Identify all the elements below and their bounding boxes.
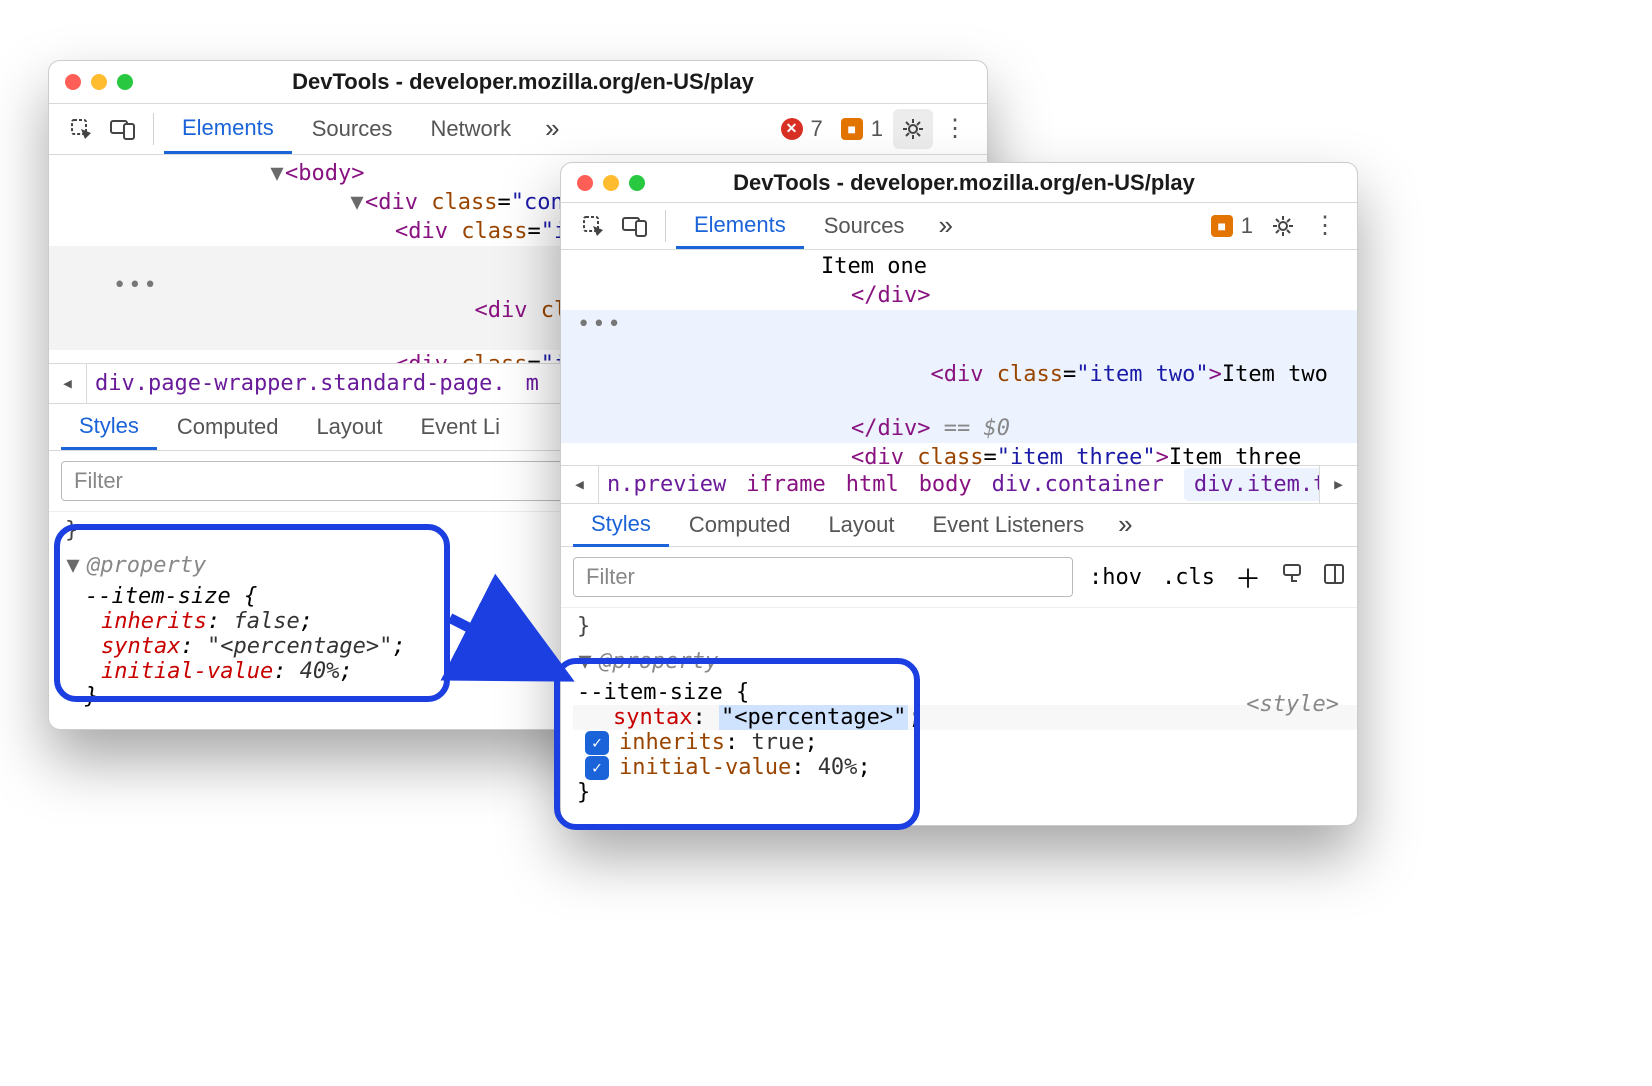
error-icon: ✕ xyxy=(781,118,803,140)
settings-gear-button[interactable] xyxy=(1263,206,1303,246)
breadcrumb-item[interactable]: html xyxy=(846,472,899,497)
subtab-event[interactable]: Event Listeners xyxy=(915,504,1103,546)
devtools-tabs: Elements Sources » ■ 1 ⋮ xyxy=(561,203,1357,250)
dom-tree[interactable]: Item one </div> ••• <div class="item two… xyxy=(561,250,1357,465)
devtools-window-right: DevTools - developer.mozilla.org/en-US/p… xyxy=(560,162,1358,826)
breadcrumb-item[interactable]: m xyxy=(526,371,539,396)
styles-filter-row: :hov .cls ＋ xyxy=(561,547,1357,608)
css-prop-name: syntax xyxy=(101,634,180,659)
subtab-event[interactable]: Event Li xyxy=(403,404,519,450)
section-tri-icon[interactable]: ▼ xyxy=(65,553,81,578)
title-bar: DevTools - developer.mozilla.org/en-US/p… xyxy=(49,61,987,104)
breadcrumb-item[interactable]: body xyxy=(919,472,972,497)
cls-toggle[interactable]: .cls xyxy=(1162,565,1215,590)
window-title: DevTools - developer.mozilla.org/en-US/p… xyxy=(587,170,1341,196)
subtab-computed[interactable]: Computed xyxy=(671,504,809,546)
style-source-link[interactable]: <style> xyxy=(1246,692,1339,717)
at-property-heading: @property xyxy=(599,649,718,674)
dom-more-icon[interactable]: ••• xyxy=(577,312,623,337)
expand-tri-icon[interactable]: ▼ xyxy=(269,161,285,186)
breadcrumb-item[interactable]: div.page-wrapper.standard-page. xyxy=(95,371,506,396)
property-enable-checkbox[interactable]: ✓ xyxy=(585,731,609,755)
warning-icon: ■ xyxy=(841,118,863,140)
css-prop-value: false xyxy=(233,609,299,634)
css-prop-value: 40% xyxy=(300,659,340,684)
subtab-computed[interactable]: Computed xyxy=(159,404,297,450)
device-toolbar-icon[interactable] xyxy=(615,206,655,246)
css-prop-name: initial-value xyxy=(619,755,791,780)
styles-filter-input[interactable] xyxy=(573,557,1073,597)
breadcrumb-item[interactable]: div.container xyxy=(992,472,1164,497)
more-tabs-icon[interactable]: » xyxy=(924,210,966,241)
subtab-styles[interactable]: Styles xyxy=(573,504,669,546)
settings-gear-button[interactable] xyxy=(893,109,933,149)
kebab-menu-icon[interactable]: ⋮ xyxy=(935,109,975,149)
device-toolbar-icon[interactable] xyxy=(103,109,143,149)
window-title: DevTools - developer.mozilla.org/en-US/p… xyxy=(75,69,971,95)
css-prop-value[interactable]: "<percentage>" xyxy=(719,705,908,730)
warning-count: 1 xyxy=(1241,213,1253,239)
styles-tabs: Styles Computed Layout Event Listeners » xyxy=(561,504,1357,547)
css-prop-value: true xyxy=(751,730,804,755)
paint-icon[interactable] xyxy=(1281,563,1303,591)
rule-name: --item-size { xyxy=(577,680,749,705)
error-count-badge[interactable]: ✕ 7 xyxy=(773,116,831,142)
new-rule-plus-icon[interactable]: ＋ xyxy=(1235,559,1261,596)
css-prop-name: syntax xyxy=(613,705,692,730)
warning-icon: ■ xyxy=(1211,215,1233,237)
error-count: 7 xyxy=(811,116,823,142)
more-tabs-icon[interactable]: » xyxy=(531,113,573,144)
rule-close: } xyxy=(573,780,1357,805)
devtools-tabs: Elements Sources Network » ✕ 7 ■ 1 ⋮ xyxy=(49,104,987,154)
breadcrumb: ◂ n.preview iframe html body div.contain… xyxy=(561,465,1357,504)
breadcrumb-item-current[interactable]: div.item.two xyxy=(1184,468,1319,501)
breadcrumb-prev-button[interactable]: ◂ xyxy=(49,364,87,404)
expand-tri-icon[interactable]: ▼ xyxy=(349,190,365,215)
more-subtabs-icon[interactable]: » xyxy=(1104,509,1146,540)
css-prop-name: initial-value xyxy=(101,659,273,684)
breadcrumb-item[interactable]: iframe xyxy=(746,472,825,497)
css-prop-name: inherits xyxy=(101,609,207,634)
rule-name: --item-size { xyxy=(85,584,257,609)
breadcrumb-item[interactable]: n.preview xyxy=(607,472,726,497)
tab-elements[interactable]: Elements xyxy=(164,105,292,154)
kebab-menu-icon[interactable]: ⋮ xyxy=(1305,206,1345,246)
css-prop-name: inherits xyxy=(619,730,725,755)
tab-sources[interactable]: Sources xyxy=(806,203,923,249)
warning-count-badge[interactable]: ■ 1 xyxy=(833,116,891,142)
tab-network[interactable]: Network xyxy=(412,104,529,153)
css-prop-value: "<percentage>" xyxy=(207,634,392,659)
panel-toggle-icon[interactable] xyxy=(1323,563,1345,591)
tab-sources[interactable]: Sources xyxy=(294,104,411,153)
dom-more-icon[interactable]: ••• xyxy=(113,273,159,298)
section-tri-icon[interactable]: ▼ xyxy=(577,649,593,674)
warning-count: 1 xyxy=(871,116,883,142)
tab-elements[interactable]: Elements xyxy=(676,204,804,250)
at-property-heading: @property xyxy=(87,553,206,578)
inspect-icon[interactable] xyxy=(573,206,613,246)
styles-pane[interactable]: } ▼@property <style> --item-size { synta… xyxy=(561,608,1357,825)
title-bar: DevTools - developer.mozilla.org/en-US/p… xyxy=(561,163,1357,203)
subtab-layout[interactable]: Layout xyxy=(810,504,912,546)
property-enable-checkbox[interactable]: ✓ xyxy=(585,756,609,780)
subtab-layout[interactable]: Layout xyxy=(298,404,400,450)
breadcrumb-next-button[interactable]: ▸ xyxy=(1319,466,1357,503)
css-prop-value: 40% xyxy=(818,755,858,780)
hov-toggle[interactable]: :hov xyxy=(1089,565,1142,590)
breadcrumb-prev-button[interactable]: ◂ xyxy=(561,466,599,503)
inspect-icon[interactable] xyxy=(61,109,101,149)
subtab-styles[interactable]: Styles xyxy=(61,405,157,451)
warning-count-badge[interactable]: ■ 1 xyxy=(1203,213,1261,239)
